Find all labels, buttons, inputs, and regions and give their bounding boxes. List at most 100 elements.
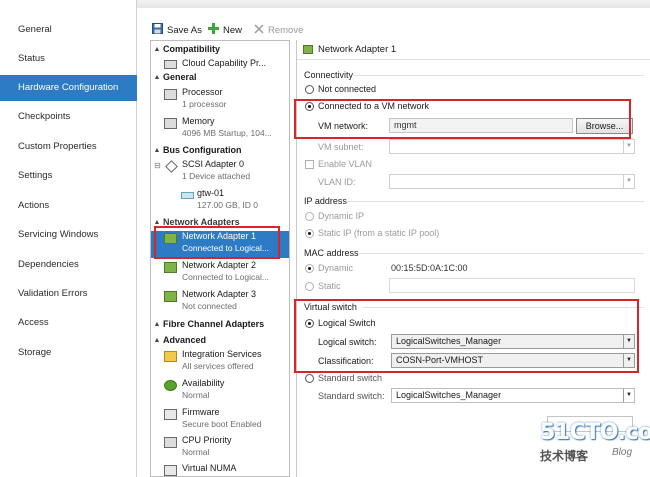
static-ip-radio[interactable] [305,229,314,238]
plus-icon [208,23,219,37]
enable-vlan-checkbox[interactable] [305,160,314,169]
integration-icon [164,351,177,362]
watermark-sub: 技术博客 [540,449,589,463]
network-adapter-icon [164,262,177,273]
ip-address-heading: IP address [304,196,347,206]
mac-static-label: Static [318,281,341,291]
standard-switch-label: Standard switch: [318,391,385,401]
scsi-icon [165,160,178,173]
tree-item-integration-services[interactable]: Integration Services All services offere… [151,349,289,375]
settings-nav: General Status Hardware Configuration Ch… [0,0,137,477]
logical-switch-radio[interactable] [305,319,314,328]
save-icon [152,23,163,37]
dynamic-ip-radio[interactable] [305,212,314,221]
not-connected-radio[interactable] [305,85,314,94]
tree-item-network-adapter-1[interactable]: Network Adapter 1 Connected to Logical..… [151,231,289,258]
classification-label: Classification: [318,356,374,366]
vm-subnet-select[interactable]: ▼ [389,139,635,154]
divider [359,253,644,254]
cpu-icon [164,437,177,448]
standard-switch-select[interactable]: LogicalSwitches_Manager ▼ [391,388,635,403]
nav-item-actions[interactable]: Actions [0,193,137,219]
nav-item-checkpoints[interactable]: Checkpoints [0,104,137,130]
divider [347,201,644,202]
standard-switch-radio[interactable] [305,374,314,383]
classification-select[interactable]: COSN-Port-VMHOST ▼ [391,353,635,368]
tree-item-availability[interactable]: Availability Normal [151,378,289,404]
standard-switch-option-label: Standard switch [318,373,383,383]
tree-item-network-adapter-2[interactable]: Network Adapter 2 Connected to Logical..… [151,260,289,286]
vlan-id-label: VLAN ID: [318,177,356,187]
nav-item-access[interactable]: Access [0,310,137,336]
mac-address-heading: MAC address [304,248,359,258]
tree-item-scsi-adapter[interactable]: ⊟ SCSI Adapter 0 1 Device attached [151,159,289,185]
logical-switch-select[interactable]: LogicalSwitches_Manager ▼ [391,334,635,349]
collapse-icon: ▲ [153,73,161,81]
tree-item-cloud-capability[interactable]: Cloud Capability Pr... [151,58,289,72]
section-advanced[interactable]: ▲ Advanced [151,334,289,346]
vm-network-field[interactable]: mgmt [389,118,573,133]
mac-dynamic-label: Dynamic [318,263,354,273]
disk-icon [181,192,194,199]
tree-item-virtual-numa[interactable]: Virtual NUMA [151,463,289,477]
hardware-tree: ▲ Compatibility Cloud Capability Pr... ▲ G… [150,40,290,477]
nav-item-settings[interactable]: Settings [0,163,137,189]
tree-item-network-adapter-3[interactable]: Network Adapter 3 Not connected [151,289,289,315]
chevron-down-icon: ▼ [623,140,634,153]
network-adapter-icon [164,291,177,302]
collapse-icon: ▲ [153,336,161,344]
cloud-icon [164,60,177,69]
panel-title: Network Adapter 1 [318,44,397,55]
virtual-switch-heading: Virtual switch [304,302,357,312]
nav-item-validation-errors[interactable]: Validation Errors [0,281,137,307]
section-compatibility[interactable]: ▲ Compatibility [151,43,289,55]
collapse-icon: ▲ [153,45,161,53]
enable-vlan-label: Enable VLAN [318,159,373,169]
connected-vm-network-label: Connected to a VM network [318,101,430,111]
nav-item-hardware-configuration[interactable]: Hardware Configuration [0,75,137,101]
new-label: New [223,24,243,36]
tree-item-memory[interactable]: Memory 4096 MB Startup, 104... [151,116,289,142]
new-button[interactable]: New [208,22,242,38]
tree-item-processor[interactable]: Processor 1 processor [151,87,289,113]
browse-button[interactable]: Browse... [576,118,633,134]
section-fibre-channel[interactable]: ▲ Fibre Channel Adapters [151,318,289,330]
chevron-down-icon: ▼ [623,175,634,188]
remove-button[interactable]: Remove [254,22,303,38]
section-bus-configuration[interactable]: ▲ Bus Configuration [151,144,289,156]
nav-item-status[interactable]: Status [0,46,137,72]
dynamic-ip-label: Dynamic IP [318,211,365,221]
properties-panel: Network Adapter 1 Connectivity Not conne… [296,40,650,477]
section-network-adapters[interactable]: ▲ Network Adapters [151,216,289,228]
remove-label: Remove [268,24,304,36]
nav-item-dependencies[interactable]: Dependencies [0,252,137,278]
static-ip-label: Static IP (from a static IP pool) [318,228,440,238]
connected-vm-network-radio[interactable] [305,102,314,111]
nav-item-custom-properties[interactable]: Custom Properties [0,134,137,160]
numa-icon [164,465,177,476]
expand-icon[interactable]: ⊟ [154,161,161,170]
section-general[interactable]: ▲ General [151,71,289,83]
mac-dynamic-radio[interactable] [305,264,314,273]
mac-static-radio[interactable] [305,282,314,291]
save-as-button[interactable]: Save As [152,22,202,38]
close-icon [254,23,264,37]
processor-icon [164,89,177,100]
tree-item-cpu-priority[interactable]: CPU Priority Normal [151,435,289,461]
tree-item-disk[interactable]: gtw-01 127.00 GB, ID 0 [151,188,289,214]
title-strip [137,0,650,8]
nav-item-general[interactable]: General [0,17,137,43]
collapse-icon: ▲ [153,320,161,328]
chevron-down-icon: ▼ [623,354,634,367]
mac-static-field[interactable] [389,278,635,293]
vm-network-label: VM network: [318,121,369,131]
logical-switch-label: Logical switch: [318,337,377,347]
divider [352,75,644,76]
nav-item-servicing-windows[interactable]: Servicing Windows [0,222,137,248]
availability-icon [164,380,177,391]
not-connected-label: Not connected [318,84,377,94]
tree-item-firmware[interactable]: Firmware Secure boot Enabled [151,407,289,433]
nav-item-storage[interactable]: Storage [0,340,137,366]
vlan-id-select[interactable]: ▼ [389,174,635,189]
collapse-icon: ▲ [153,218,161,226]
